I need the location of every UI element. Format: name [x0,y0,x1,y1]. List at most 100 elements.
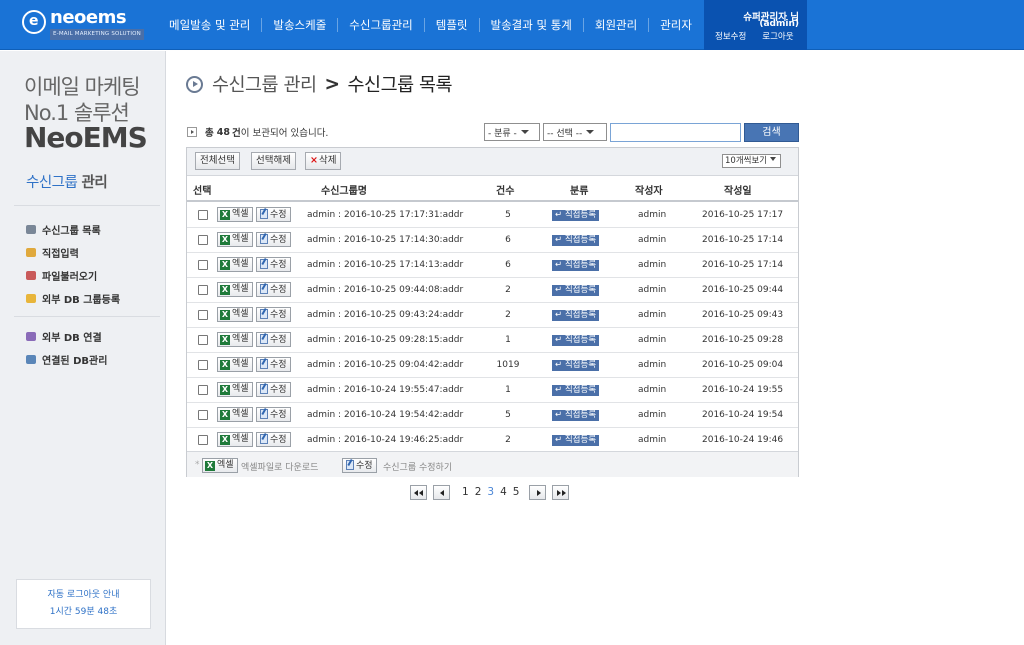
page-5[interactable]: 5 [513,486,520,498]
auto-logout-timer: 1시간 59분 48초 [49,607,118,617]
excel-download-button[interactable]: X 엑셀 [217,257,253,272]
sidebar-item-external-db-connect[interactable]: 외부 DB 연결 [26,329,102,344]
group-name[interactable]: admin : 2016-10-25 09:43:24:addr [307,310,463,320]
row-checkbox[interactable] [198,210,208,220]
group-name[interactable]: admin : 2016-10-25 17:17:31:addr [307,210,463,220]
logo[interactable]: e neoems E-MAIL MARKETING SOLUTION [22,7,144,41]
page-3-current[interactable]: 3 [487,486,494,498]
deselect-button[interactable]: 선택해제 [251,152,296,170]
last-page-button[interactable] [552,484,570,500]
excel-download-button[interactable]: X 엑셀 [217,332,253,347]
table-row: X 엑셀 수정 admin : 2016-10-24 19:54:42:addr 5 ↵ … [187,403,798,428]
excel-download-button[interactable]: X 엑셀 [217,407,253,422]
excel-icon: X [220,210,230,220]
group-name[interactable]: admin : 2016-10-25 09:28:15:addr [307,335,463,345]
first-page-button[interactable] [410,484,427,500]
row-checkbox[interactable] [198,235,208,245]
row-checkbox[interactable] [198,260,208,270]
row-checkbox[interactable] [198,335,208,345]
row-checkbox[interactable] [198,310,208,320]
sidebar-item-direct-input[interactable]: 직접입력 [26,245,79,260]
excel-icon: X [220,385,230,395]
excel-download-button[interactable]: X 엑셀 [217,232,253,247]
group-count: 2 [505,285,511,295]
nav-templates[interactable]: 템플릿 [425,18,480,32]
search-input[interactable] [610,123,741,142]
row-checkbox[interactable] [198,360,208,370]
nav-mail-send[interactable]: 메일발송 및 관리 [158,18,263,32]
page-1[interactable]: 1 [462,486,469,498]
legend-excel-desc: 엑셀파일로 다운로드 [241,463,319,473]
group-name[interactable]: admin : 2016-10-25 09:04:42:addr [307,360,463,370]
row-checkbox[interactable] [198,285,208,295]
category-select[interactable]: - 분류 - [484,123,540,141]
prev-page-button[interactable] [433,484,450,500]
return-icon: ↵ [555,360,563,370]
nav-results-stats[interactable]: 발송결과 및 통계 [480,18,584,32]
return-icon: ↵ [555,335,563,345]
select-all-button[interactable]: 전체선택 [195,152,240,170]
author: admin [638,335,667,345]
logout-link[interactable]: 로그아웃 [762,32,793,42]
nav-recipient-groups[interactable]: 수신그룹관리 [338,18,425,32]
edit-info-link[interactable]: 정보수정 [715,32,746,42]
nav-members[interactable]: 회원관리 [584,18,650,32]
chevron-down-icon [769,155,778,164]
excel-download-button[interactable]: X 엑셀 [217,357,253,372]
edit-group-button[interactable]: 수정 [256,357,291,372]
excel-download-button[interactable]: X 엑셀 [217,207,253,222]
edit-group-button[interactable]: 수정 [256,282,291,297]
group-count: 1 [505,385,511,395]
users-icon [26,271,36,280]
nav-schedule[interactable]: 발송스케줄 [262,18,339,32]
group-count: 2 [505,435,511,445]
row-checkbox[interactable] [198,410,208,420]
row-checkbox[interactable] [198,385,208,395]
edit-icon [345,459,354,470]
excel-download-button[interactable]: X 엑셀 [217,382,253,397]
next-page-button[interactable] [529,484,547,500]
connect-icon [26,332,36,341]
edit-group-button[interactable]: 수정 [256,382,291,397]
created-date: 2016-10-24 19:55 [702,385,784,395]
group-name[interactable]: admin : 2016-10-24 19:54:42:addr [307,410,463,420]
group-name[interactable]: admin : 2016-10-25 17:14:13:addr [307,260,463,270]
group-name[interactable]: admin : 2016-10-24 19:55:47:addr [307,385,463,395]
return-icon: ↵ [555,310,563,320]
edit-icon [259,333,268,344]
created-date: 2016-10-25 17:14 [702,235,784,245]
edit-group-button[interactable]: 수정 [256,307,291,322]
page-2[interactable]: 2 [475,486,482,498]
excel-download-button[interactable]: X 엑셀 [217,432,253,447]
page-title: 수신그룹 목록 [347,75,453,96]
excel-icon: X [220,335,230,345]
sidebar-item-connected-db[interactable]: 연결된 DB관리 [26,352,107,367]
search-button[interactable]: 검색 [744,123,799,142]
database-icon [26,225,36,234]
nav-admin[interactable]: 관리자 [649,18,703,32]
breadcrumb-parent[interactable]: 수신그룹 관리 [212,71,317,97]
excel-download-button[interactable]: X 엑셀 [217,282,253,297]
sidebar-item-external-db-group[interactable]: 외부 DB 그룹등록 [26,291,120,306]
table-row: X 엑셀 수정 admin : 2016-10-25 17:14:13:addr 6 ↵ … [187,253,798,278]
delete-button[interactable]: ×삭제 [305,152,342,170]
sidebar: 이메일 마케팅 No.1 솔루션 NeoEMS 수신그룹 관리 수신그룹 목록 … [0,51,166,645]
edit-group-button[interactable]: 수정 [256,432,291,447]
edit-group-button[interactable]: 수정 [256,207,291,222]
page-size-select[interactable]: 10개씩보기 [722,154,782,168]
sidebar-item-group-list[interactable]: 수신그룹 목록 [26,222,101,237]
edit-group-button[interactable]: 수정 [256,332,291,347]
option-select[interactable]: -- 선택 -- [543,123,607,141]
excel-download-button[interactable]: X 엑셀 [217,307,253,322]
group-name[interactable]: admin : 2016-10-25 09:44:08:addr [307,285,463,295]
edit-group-button[interactable]: 수정 [256,257,291,272]
page-4[interactable]: 4 [500,486,507,498]
group-name[interactable]: admin : 2016-10-25 17:14:30:addr [307,235,463,245]
created-date: 2016-10-25 09:44 [702,285,784,295]
edit-group-button[interactable]: 수정 [256,407,291,422]
edit-group-button[interactable]: 수정 [256,232,291,247]
group-name[interactable]: admin : 2016-10-24 19:46:25:addr [307,435,463,445]
row-checkbox[interactable] [198,435,208,445]
db-manage-icon [26,355,36,364]
sidebar-item-file-import[interactable]: 파일불러오기 [26,268,97,283]
